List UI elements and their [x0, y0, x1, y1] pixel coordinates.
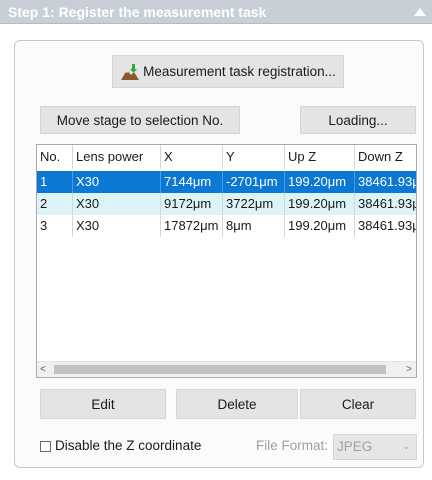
edit-label: Edit — [91, 396, 115, 412]
delete-button[interactable]: Delete — [176, 389, 298, 419]
measurement-task-registration-button[interactable]: Measurement task registration... — [112, 55, 344, 88]
disable-z-checkbox[interactable] — [40, 441, 51, 452]
disable-z-label[interactable]: Disable the Z coordinate — [55, 438, 201, 453]
cell-down-z: 38461.93μm — [358, 196, 416, 211]
table-row[interactable]: 3 X30 17872μm 8μm 199.20μm 38461.93μm — [37, 215, 416, 237]
cell-lens-power: X30 — [73, 215, 161, 237]
column-header-y[interactable]: Y — [223, 145, 285, 169]
scroll-left-icon[interactable]: < — [40, 364, 46, 375]
cell-lens-power: X30 — [73, 193, 161, 215]
edit-button[interactable]: Edit — [40, 389, 166, 419]
move-stage-label: Move stage to selection No. — [56, 112, 224, 128]
table-row[interactable]: 1 X30 7144μm -2701μm 199.20μm 38461.93μm — [37, 171, 416, 193]
column-header-up-z[interactable]: Up Z — [285, 145, 355, 169]
cell-x: 9172μm — [161, 193, 223, 215]
move-stage-button[interactable]: Move stage to selection No. — [40, 106, 240, 134]
loading-button[interactable]: Loading... — [300, 106, 416, 134]
register-button-label: Measurement task registration... — [143, 64, 336, 79]
cell-no: 2 — [37, 193, 73, 215]
cell-down-z: 38461.93μm — [358, 218, 416, 233]
clear-label: Clear — [341, 396, 375, 412]
cell-up-z: 199.20μm — [285, 171, 355, 193]
clear-button[interactable]: Clear — [300, 389, 416, 419]
column-header-lens-power[interactable]: Lens power — [73, 145, 161, 169]
column-header-down-z[interactable]: Down Z — [355, 145, 416, 169]
cell-y: 8μm — [223, 215, 285, 237]
step-header[interactable]: Step 1: Register the measurement task — [0, 0, 432, 24]
cell-y: -2701μm — [223, 171, 285, 193]
collapse-triangle-icon[interactable] — [414, 8, 426, 16]
cell-no: 3 — [37, 215, 73, 237]
column-header-x[interactable]: X — [161, 145, 223, 169]
table-header-row: No. Lens power X Y Up Z Down Z — [37, 145, 416, 169]
measurement-task-table[interactable]: No. Lens power X Y Up Z Down Z 1 X30 714… — [36, 144, 417, 378]
delete-label: Delete — [217, 396, 257, 412]
chevron-down-icon: ⌄ — [402, 441, 410, 451]
scrollbar-thumb[interactable] — [54, 365, 386, 374]
cell-y: 3722μm — [223, 193, 285, 215]
mountain-download-icon — [121, 63, 140, 80]
cell-no: 1 — [37, 171, 73, 193]
cell-down-z: 38461.93μm — [358, 174, 416, 189]
cell-up-z: 199.20μm — [285, 193, 355, 215]
cell-lens-power: X30 — [73, 171, 161, 193]
loading-label: Loading... — [328, 112, 388, 128]
file-format-value: JPEG — [337, 439, 373, 454]
cell-up-z: 199.20μm — [285, 215, 355, 237]
file-format-label: File Format: — [256, 438, 329, 453]
cell-x: 7144μm — [161, 171, 223, 193]
file-format-select[interactable]: JPEG ⌄ — [333, 434, 417, 460]
cell-x: 17872μm — [161, 215, 223, 237]
step-title: Step 1: Register the measurement task — [8, 4, 267, 20]
scroll-right-icon[interactable]: > — [406, 364, 412, 375]
column-header-no[interactable]: No. — [37, 145, 73, 169]
table-row[interactable]: 2 X30 9172μm 3722μm 199.20μm 38461.93μm — [37, 193, 416, 215]
horizontal-scrollbar[interactable]: < > — [37, 361, 416, 377]
